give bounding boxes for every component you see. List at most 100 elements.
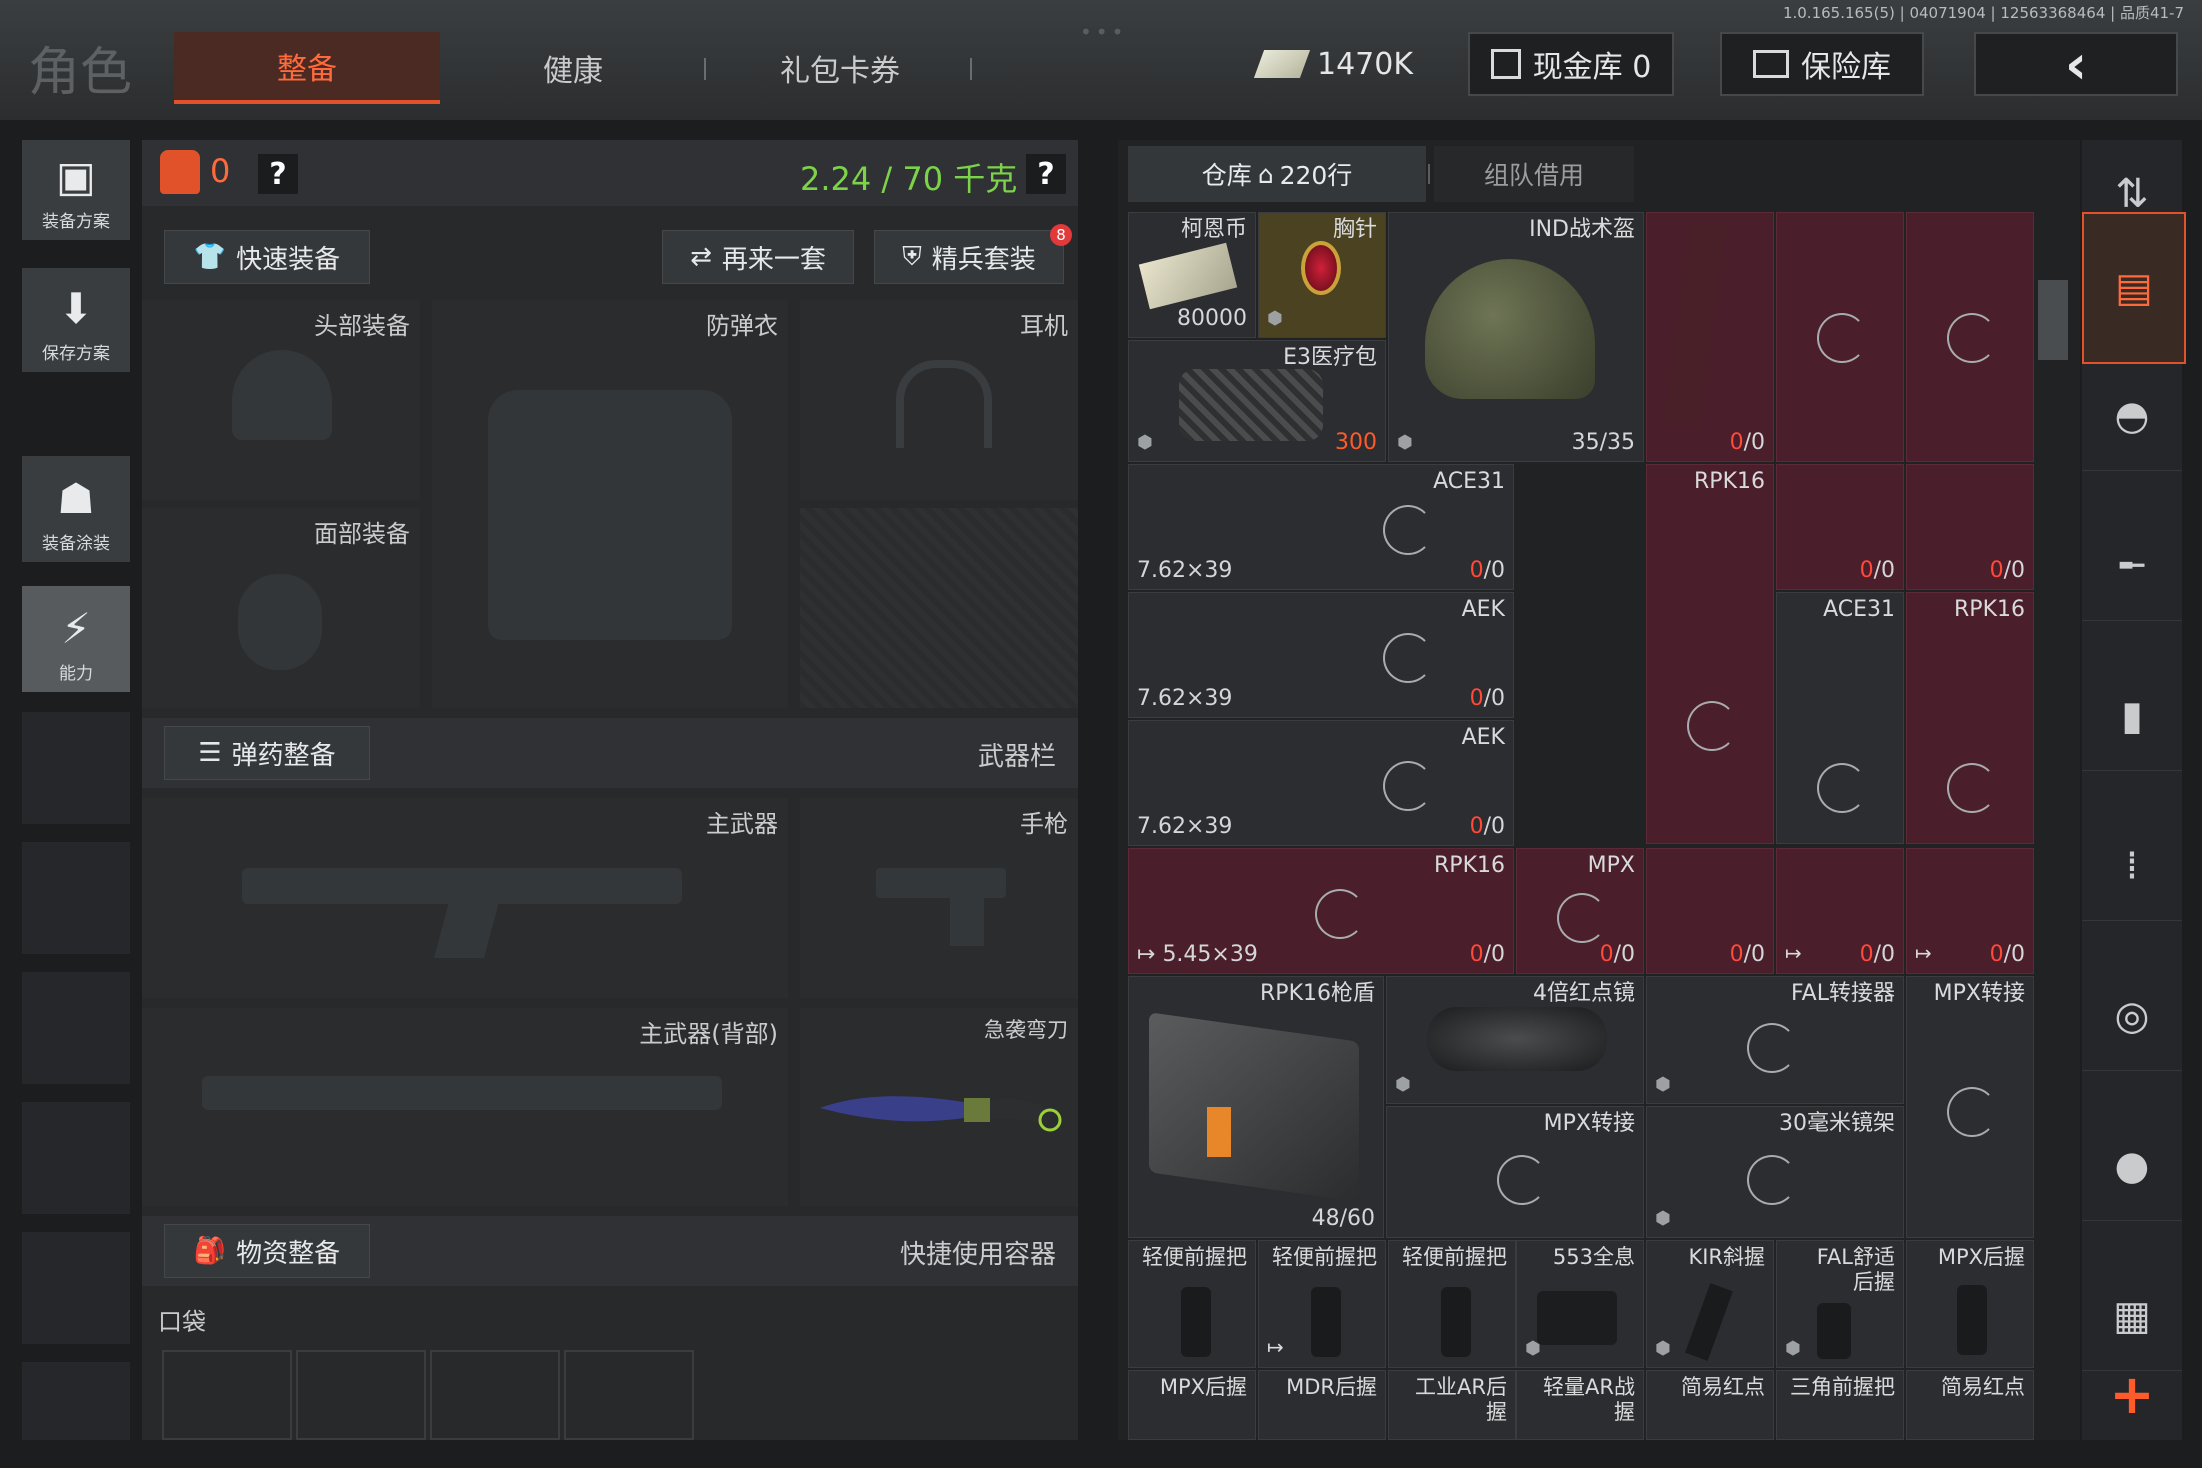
item-cell[interactable] [1906,212,2034,462]
item-cell[interactable]: ACE31 7.62×39 0/0 [1128,464,1514,590]
helmet-icon[interactable]: ◓ [2082,362,2182,471]
grenade-icon[interactable]: ● [2082,1112,2182,1221]
cash-vault-button[interactable]: 现金库 0 [1468,32,1674,96]
drag-handle[interactable]: ••• [1080,20,1127,44]
tab-gift-coupons[interactable]: 礼包卡券 [740,32,940,104]
tab-health[interactable]: 健康 [480,32,666,104]
add-icon[interactable]: + [2082,1340,2182,1448]
pistol-slot[interactable]: 手枪 [800,798,1078,998]
pocket-slot[interactable] [162,1350,292,1440]
slot-label: 防弹衣 [706,312,778,340]
item-cell[interactable]: 工业AR后握 [1388,1370,1516,1440]
count-slash: /0 [2003,942,2025,967]
item-name: 简易红点 [1681,1375,1765,1399]
grip-icon [1957,1285,1987,1355]
item-count: 0/0 [1990,558,2025,583]
supply-button[interactable]: 🎒 物资整备 [164,1224,370,1278]
item-cell[interactable]: 三角前握把 [1776,1370,1904,1440]
item-cell[interactable]: MDR后握 [1258,1370,1386,1440]
item-cell[interactable]: MPX后握 [1906,1240,2034,1368]
knife-slot[interactable]: 急袭弯刀 [800,1008,1078,1206]
item-cell[interactable]: MPX转接 [1906,976,2034,1238]
ability-button[interactable]: ⚡ 能力 [22,586,130,692]
item-cell[interactable]: IND战术盔 ⬢ 35/35 [1388,212,1644,462]
item-cell[interactable]: 简易红点 [1906,1370,2034,1440]
item-cell[interactable]: MPX转接 [1386,1106,1644,1238]
stash-icon[interactable]: ▤ [2082,212,2186,364]
tab-equip[interactable]: 整备 [174,32,440,104]
elite-set-button[interactable]: ⛨ 精兵套装 [874,230,1064,284]
item-cell[interactable]: MPX后握 [1128,1370,1256,1440]
pocket-slot[interactable] [564,1350,694,1440]
item-cell[interactable]: 胸针 ⬢ [1258,212,1386,338]
loadout-plan-button[interactable]: ▣ 装备方案 [22,140,130,240]
loading-spinner [1383,761,1433,811]
back-weapon-slot[interactable]: 主武器(背部) [142,1008,788,1206]
rifle-icon[interactable]: ╾ [2082,512,2182,621]
item-cell[interactable]: 轻便前握把 [1128,1240,1256,1368]
item-name: 30毫米镜架 [1779,1111,1895,1136]
tab-team-borrow[interactable]: 组队借用 [1434,146,1634,202]
skin-button[interactable]: ☗ 装备涂装 [22,456,130,562]
item-cell[interactable]: RPK16 ↦ 5.45×39 0/0 [1128,848,1514,974]
primary-weapon-slot[interactable]: 主武器 [142,798,788,998]
item-cell[interactable]: MPX 0/0 [1516,848,1644,974]
earpiece-slot[interactable]: 耳机 [800,300,1078,500]
loading-spinner [1747,1155,1797,1205]
slot-label: 主武器(背部) [639,1020,778,1048]
item-cell[interactable]: E3医疗包 ⬢ 300 [1128,340,1386,462]
item-cell[interactable]: 轻便前握把 [1388,1240,1516,1368]
item-cell[interactable]: RPK16枪盾 48/60 [1128,976,1384,1238]
item-cell[interactable]: 4倍红点镜 ⬢ [1386,976,1644,1104]
ammo-caliber: 7.62×39 [1137,686,1233,711]
item-cell[interactable]: 0/0 [1776,464,1904,590]
ammo-icon[interactable]: ⁞ [2082,812,2182,921]
item-cell[interactable]: RPK16 [1646,464,1774,844]
item-cell[interactable]: 0/0 [1906,464,2034,590]
rifle-silhouette-icon [202,1076,722,1110]
item-cell[interactable]: 0/0 [1646,212,1774,462]
item-cell[interactable]: KIR斜握 ⬢ [1646,1240,1774,1368]
tab-warehouse[interactable]: 仓库 ⌂ 220行 [1128,146,1426,202]
slot-label: 急袭弯刀 [984,1018,1068,1042]
item-cell[interactable]: ↦ 0/0 [1776,848,1904,974]
pocket-slot[interactable] [430,1350,560,1440]
item-cell[interactable]: 简易红点 [1646,1370,1774,1440]
count-slash: /0 [1873,942,1895,967]
item-name: RPK16 [1694,469,1765,494]
item-cell[interactable]: AEK 7.62×39 0/0 [1128,720,1514,846]
item-cell[interactable]: 轻量AR战握 [1516,1370,1644,1440]
safe-button[interactable]: 保险库 [1720,32,1924,96]
save-plan-button[interactable]: ⬇ 保存方案 [22,268,130,372]
item-cell[interactable]: 柯恩币 80000 [1128,212,1256,338]
item-cell[interactable]: 0/0 [1646,848,1774,974]
armor-slot[interactable]: 防弹衣 [432,300,788,708]
again-button[interactable]: ⇄ 再来一套 [662,230,854,284]
item-cell[interactable]: RPK16 [1906,592,2034,844]
back-button[interactable]: ‹ [1974,32,2178,96]
item-name: KIR斜握 [1688,1245,1765,1269]
item-cell[interactable]: ACE31 [1776,592,1904,844]
item-cell[interactable]: AEK 7.62×39 0/0 [1128,592,1514,718]
scope-icon[interactable]: ◎ [2082,962,2182,1071]
item-cell[interactable]: FAL转接器 ⬢ [1646,976,1904,1104]
pocket-slot[interactable] [296,1350,426,1440]
item-cell[interactable]: 轻便前握把 ↦ [1258,1240,1386,1368]
ammo-supply-button[interactable]: ☰ 弹药整备 [164,726,370,780]
item-cell[interactable]: ↦ 0/0 [1906,848,2034,974]
item-cell[interactable]: 553全息 ⬢ [1516,1240,1644,1368]
warehouse-scrollbar[interactable] [2038,280,2068,360]
elite-label: 精兵套装 [931,244,1036,275]
help-button[interactable]: ? [258,154,298,194]
item-cell[interactable]: FAL舒适后握 ⬢ [1776,1240,1904,1368]
magazine-icon[interactable]: ▮ [2082,662,2182,771]
quick-equip-button[interactable]: 👕 快速装备 [164,230,370,284]
head-slot[interactable]: 头部装备 [142,300,420,500]
face-slot[interactable]: 面部装备 [142,508,420,708]
item-cell[interactable] [1776,212,1904,462]
weight-help-button[interactable]: ? [1026,154,1066,194]
item-name: RPK16 [1954,597,2025,622]
item-cell[interactable]: 30毫米镜架 ⬢ [1646,1106,1904,1238]
slot-label: 手枪 [1020,810,1068,838]
elite-badge: 8 [1050,224,1072,246]
